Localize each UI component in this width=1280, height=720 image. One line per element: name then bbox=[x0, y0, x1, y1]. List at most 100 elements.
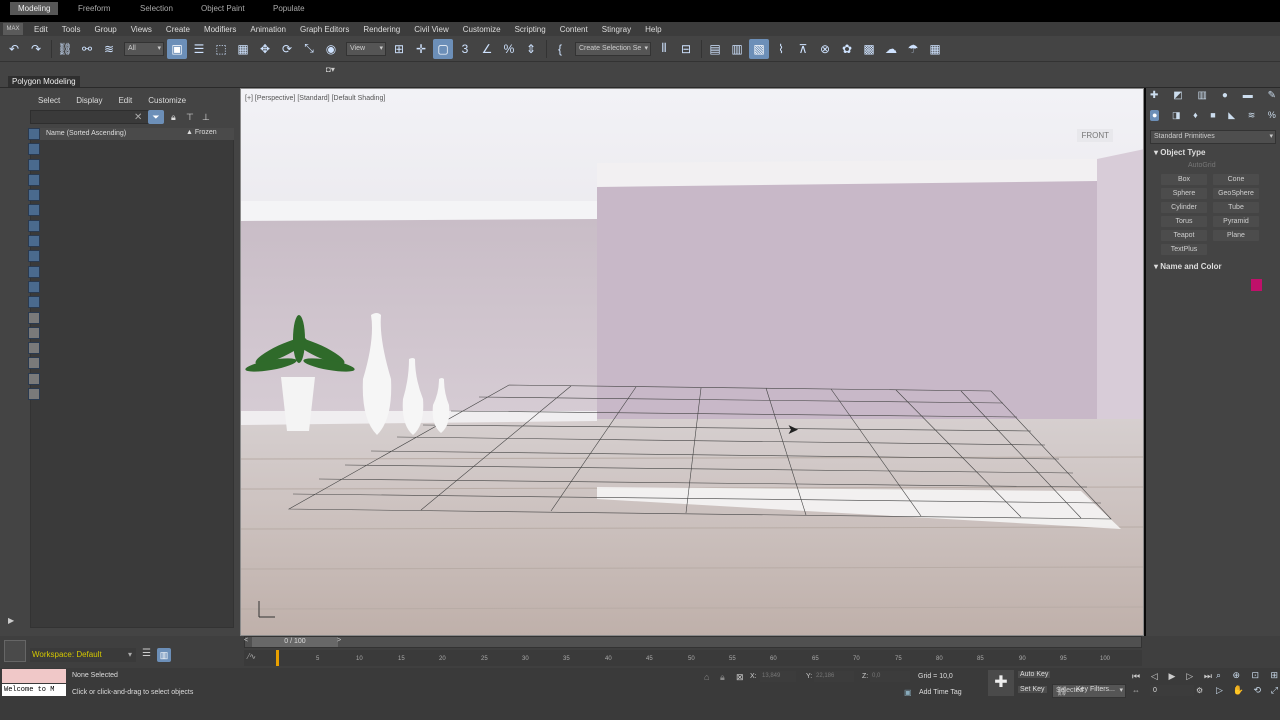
next-frame-arrow-icon[interactable]: > bbox=[337, 637, 341, 644]
field-of-view-icon[interactable]: ▷ bbox=[1216, 685, 1223, 696]
menu-group[interactable]: Group bbox=[87, 25, 123, 34]
zoom-icon[interactable]: ⌕ bbox=[1216, 670, 1221, 681]
undo-icon[interactable]: ↶ bbox=[4, 39, 24, 59]
redo-icon[interactable]: ↷ bbox=[26, 39, 46, 59]
current-frame-field[interactable]: 0 bbox=[1150, 685, 1194, 696]
ribbon-tab-object-paint[interactable]: Object Paint bbox=[193, 2, 253, 15]
clear-search-icon[interactable]: ✕ bbox=[134, 112, 142, 123]
tube-button[interactable]: Tube bbox=[1213, 202, 1259, 213]
hierarchy-tab-icon[interactable]: ▥ bbox=[1198, 90, 1207, 101]
display-shapes-icon[interactable] bbox=[28, 143, 40, 156]
time-slider-track[interactable] bbox=[244, 636, 1142, 648]
zoom-all-icon[interactable]: ⊕ bbox=[1232, 670, 1240, 681]
filter-icon[interactable]: ⏷ bbox=[148, 110, 164, 124]
cameras-category-icon[interactable]: ■ bbox=[1210, 110, 1215, 121]
time-slider[interactable]: 0 / 100 bbox=[252, 637, 338, 647]
render-iterative-icon[interactable]: ☂ bbox=[903, 39, 923, 59]
select-manipulate-icon[interactable]: ✛ bbox=[411, 39, 431, 59]
schematic-view-icon[interactable]: ⊼ bbox=[793, 39, 813, 59]
open-mini-curve-editor-icon[interactable]: ⁄∿ bbox=[248, 652, 256, 661]
pan-icon[interactable]: ✋ bbox=[1233, 685, 1244, 696]
display-geometry-icon[interactable] bbox=[28, 128, 40, 140]
viewport-label[interactable]: [+] [Perspective] [Standard] [Default Sh… bbox=[245, 95, 385, 102]
motion-tab-icon[interactable]: ● bbox=[1222, 90, 1228, 101]
select-object-icon[interactable]: ▣ bbox=[167, 38, 187, 59]
link-icon[interactable]: ⛓ bbox=[55, 39, 75, 59]
menu-scripting[interactable]: Scripting bbox=[508, 25, 553, 34]
autogrid-checkbox[interactable]: AutoGrid bbox=[1188, 162, 1216, 169]
display-bones-icon[interactable] bbox=[28, 250, 40, 263]
object-color-swatch[interactable] bbox=[1251, 279, 1262, 291]
layer-icon[interactable] bbox=[28, 388, 40, 401]
name-and-color-rollout[interactable]: ▾ Name and Color bbox=[1154, 262, 1222, 271]
menu-views[interactable]: Views bbox=[124, 25, 159, 34]
display-lights-icon[interactable] bbox=[28, 158, 40, 171]
scene-search-input[interactable] bbox=[30, 110, 150, 124]
ribbon-tab-selection[interactable]: Selection bbox=[132, 2, 181, 15]
scene-menu-select[interactable]: Select bbox=[30, 96, 68, 105]
spinner-snap-icon[interactable]: ⇕ bbox=[521, 39, 541, 59]
sphere-button[interactable]: Sphere bbox=[1161, 188, 1207, 199]
scene-menu-customize[interactable]: Customize bbox=[140, 96, 194, 105]
filter-settings-icon[interactable] bbox=[28, 357, 40, 370]
menu-stingray[interactable]: Stingray bbox=[595, 25, 638, 34]
perspective-viewport[interactable]: [+] [Perspective] [Standard] [Default Sh… bbox=[240, 88, 1144, 636]
selection-filter-dropdown[interactable]: All bbox=[124, 41, 164, 56]
z-coord-field[interactable]: 0,0 bbox=[870, 671, 910, 682]
viewport-layout-tab[interactable] bbox=[4, 640, 26, 662]
menu-civil-view[interactable]: Civil View bbox=[407, 25, 456, 34]
track-bar[interactable]: ⁄∿ 5 10 15 20 25 30 35 40 45 50 55 60 65… bbox=[244, 650, 1142, 666]
layer-explorer-icon[interactable]: ▤ bbox=[705, 39, 725, 59]
systems-category-icon[interactable]: % bbox=[1268, 110, 1276, 121]
menu-modifiers[interactable]: Modifiers bbox=[197, 25, 243, 34]
zoom-extents-all-icon[interactable]: ⊞ bbox=[1270, 670, 1278, 681]
menu-tools[interactable]: Tools bbox=[55, 25, 88, 34]
render-production-icon[interactable]: ☁ bbox=[881, 39, 901, 59]
ribbon-tab-populate[interactable]: Populate bbox=[265, 2, 313, 15]
display-frozen-icon[interactable] bbox=[28, 280, 40, 293]
menu-create[interactable]: Create bbox=[159, 25, 197, 34]
pivot-center-icon[interactable]: ⊞ bbox=[389, 39, 409, 59]
edit-named-selection-icon[interactable]: { bbox=[550, 39, 570, 59]
invert-display-icon[interactable] bbox=[28, 342, 40, 355]
key-filters-button[interactable]: Key Filters... bbox=[1076, 686, 1115, 693]
set-key-large-button[interactable]: ✚ bbox=[988, 670, 1014, 696]
menu-rendering[interactable]: Rendering bbox=[356, 25, 407, 34]
display-xrefs-icon[interactable] bbox=[28, 235, 40, 248]
maxscript-listener-pink[interactable] bbox=[2, 669, 66, 683]
modify-tab-icon[interactable]: ◩ bbox=[1173, 90, 1182, 101]
ribbon-options-icon[interactable]: ◘▾ bbox=[326, 65, 335, 74]
display-all-icon[interactable] bbox=[28, 311, 40, 324]
scene-explorer-toggle-icon[interactable]: ▥ bbox=[157, 648, 171, 662]
rotate-icon[interactable]: ⟳ bbox=[277, 39, 297, 59]
reference-coordinate-dropdown[interactable]: View bbox=[346, 41, 386, 56]
scene-menu-display[interactable]: Display bbox=[68, 96, 110, 105]
plane-button[interactable]: Plane bbox=[1213, 230, 1259, 241]
torus-button[interactable]: Torus bbox=[1161, 216, 1207, 227]
menu-content[interactable]: Content bbox=[553, 25, 595, 34]
object-name-input[interactable] bbox=[1158, 278, 1246, 292]
isolate-selection-icon[interactable]: ⌂ bbox=[704, 672, 709, 682]
mirror-icon[interactable]: ⫴ bbox=[654, 39, 674, 59]
go-to-end-icon[interactable]: ⏭ bbox=[1204, 671, 1212, 682]
zoom-extents-icon[interactable]: ⊡ bbox=[1251, 670, 1259, 681]
x-coord-field[interactable]: 13,849 bbox=[760, 671, 796, 682]
render-setup-icon[interactable]: ✿ bbox=[837, 39, 857, 59]
orbit-icon[interactable]: ⟲ bbox=[1254, 685, 1262, 696]
column-header-frozen[interactable]: ▲ Frozen bbox=[186, 129, 217, 136]
y-coord-field[interactable]: 22,186 bbox=[814, 671, 854, 682]
helpers-category-icon[interactable]: ◣ bbox=[1228, 110, 1235, 121]
sort-icon[interactable]: ⊥ bbox=[202, 112, 210, 123]
object-type-rollout[interactable]: ▾ Object Type bbox=[1154, 148, 1205, 157]
curve-editor-icon[interactable]: ⌇ bbox=[771, 39, 791, 59]
spacewarps-category-icon[interactable]: ≋ bbox=[1248, 110, 1256, 121]
display-spacewarps-icon[interactable] bbox=[28, 204, 40, 217]
viewcube[interactable]: FRONT bbox=[1077, 129, 1113, 142]
box-button[interactable]: Box bbox=[1161, 174, 1207, 185]
display-groups-icon[interactable] bbox=[28, 219, 40, 232]
scale-icon[interactable]: ⤡ bbox=[299, 39, 319, 59]
create-tab-icon[interactable]: ✚ bbox=[1150, 90, 1158, 101]
current-frame-marker[interactable] bbox=[276, 650, 279, 666]
teapot-button[interactable]: Teapot bbox=[1161, 230, 1207, 241]
shapes-category-icon[interactable]: ◨ bbox=[1172, 110, 1181, 121]
